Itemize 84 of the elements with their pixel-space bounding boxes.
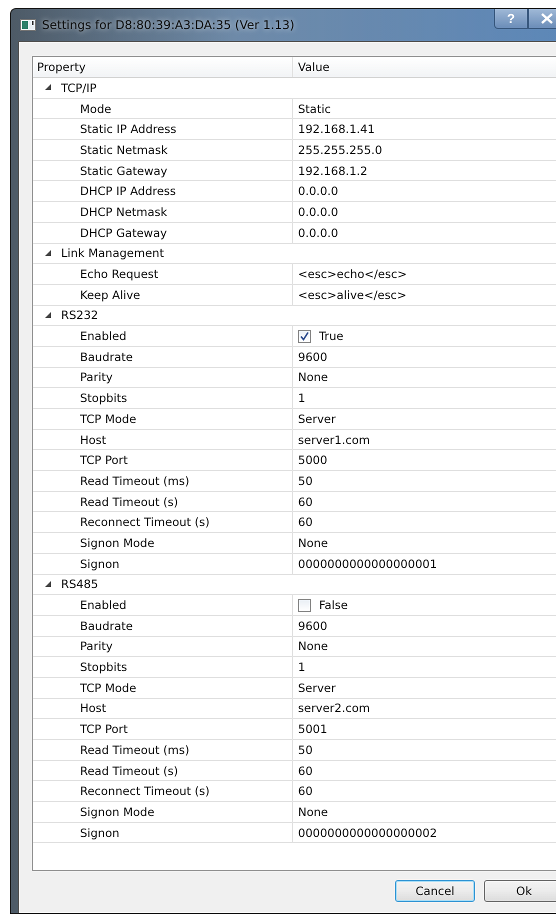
property-name: Host: [80, 432, 106, 447]
window-icon: [20, 19, 36, 31]
property-value[interactable]: None: [298, 370, 328, 384]
property-name: Read Timeout (ms): [80, 474, 190, 488]
checkbox[interactable]: [298, 598, 311, 612]
property-value: False: [319, 598, 348, 612]
property-name: Echo Request: [80, 267, 158, 282]
property-name: TCP Port: [80, 722, 128, 736]
property-value[interactable]: Static: [298, 102, 331, 116]
property-value[interactable]: 9600: [298, 618, 328, 633]
property-name: TCP Mode: [80, 680, 136, 695]
property-name: Stopbits: [80, 391, 128, 406]
property-value[interactable]: None: [298, 639, 328, 654]
ok-button[interactable]: Ok: [484, 880, 556, 902]
property-value[interactable]: Server: [298, 412, 336, 426]
property-value[interactable]: <esc>echo</esc>: [298, 267, 407, 282]
column-header[interactable]: Value: [293, 57, 556, 77]
property-name: Signon: [80, 826, 120, 840]
property-value[interactable]: 0.0.0.0: [298, 184, 338, 198]
property-value[interactable]: <esc>alive</esc>: [298, 288, 407, 302]
expand-arrow-icon[interactable]: [45, 84, 52, 92]
property-name: Static Gateway: [80, 164, 168, 178]
group-label[interactable]: TCP/IP: [61, 80, 97, 95]
property-name: DHCP Netmask: [80, 204, 168, 219]
property-name: Read Timeout (ms): [80, 742, 190, 757]
expand-arrow-icon[interactable]: [45, 312, 52, 319]
property-name: TCP Mode: [80, 412, 136, 426]
property-name: Signon: [80, 556, 120, 571]
property-name: Enabled: [80, 598, 126, 612]
property-value[interactable]: 1: [298, 660, 306, 674]
property-name: Read Timeout (s): [80, 764, 178, 778]
column-header[interactable]: Property: [33, 57, 293, 77]
property-value[interactable]: 0000000000000000001: [298, 556, 438, 571]
property-value[interactable]: 60: [298, 515, 313, 530]
property-value[interactable]: 1: [298, 391, 306, 406]
property-value[interactable]: 0000000000000000002: [298, 826, 438, 840]
property-value[interactable]: 5001: [298, 722, 328, 736]
property-value[interactable]: 9600: [298, 350, 328, 364]
property-value[interactable]: 60: [298, 764, 313, 778]
cancel-button[interactable]: Cancel: [395, 880, 475, 902]
property-name: Mode: [80, 102, 112, 116]
property-value[interactable]: 192.168.1.41: [298, 122, 375, 136]
property-name: Parity: [80, 639, 113, 654]
close-button[interactable]: [528, 9, 556, 29]
close-icon: [541, 13, 553, 24]
property-value[interactable]: server1.com: [298, 432, 370, 447]
property-value[interactable]: 0.0.0.0: [298, 204, 338, 219]
window-title: Settings for D8:80:39:A3:DA:35 (Ver 1.13): [42, 18, 294, 32]
property-value[interactable]: 255.255.255.0: [298, 142, 382, 157]
expand-arrow-icon[interactable]: [45, 250, 52, 257]
property-name: Stopbits: [80, 660, 128, 674]
property-value[interactable]: 192.168.1.2: [298, 164, 368, 178]
property-value[interactable]: 0.0.0.0: [298, 226, 338, 240]
property-value[interactable]: server2.com: [298, 701, 370, 716]
property-name: Parity: [80, 370, 113, 384]
property-name: Reconnect Timeout (s): [80, 784, 210, 798]
property-value[interactable]: Server: [298, 680, 336, 695]
property-name: DHCP IP Address: [80, 184, 176, 198]
group-label[interactable]: Link Management: [61, 246, 164, 260]
expand-arrow-icon[interactable]: [45, 580, 52, 588]
property-value[interactable]: 50: [298, 742, 313, 757]
property-name: Signon Mode: [80, 536, 154, 550]
property-name: Keep Alive: [80, 288, 140, 302]
checkbox[interactable]: [298, 330, 311, 343]
property-name: Read Timeout (s): [80, 494, 178, 509]
property-value[interactable]: None: [298, 804, 328, 819]
property-value[interactable]: 60: [298, 494, 313, 509]
property-value[interactable]: 5000: [298, 453, 328, 468]
property-name: Static Netmask: [80, 142, 168, 157]
group-label[interactable]: RS232: [61, 308, 98, 322]
property-name: Enabled: [80, 329, 126, 344]
property-name: Reconnect Timeout (s): [80, 515, 210, 530]
property-name: Host: [80, 701, 106, 716]
group-label[interactable]: RS485: [61, 577, 98, 592]
property-name: Signon Mode: [80, 804, 154, 819]
property-name: Static IP Address: [80, 122, 176, 136]
property-value[interactable]: 60: [298, 784, 313, 798]
property-value[interactable]: 50: [298, 474, 313, 488]
property-name: DHCP Gateway: [80, 226, 167, 240]
property-name: TCP Port: [80, 453, 128, 468]
property-name: Baudrate: [80, 618, 133, 633]
property-value: True: [319, 329, 344, 344]
property-name: Baudrate: [80, 350, 133, 364]
property-value[interactable]: None: [298, 536, 328, 550]
